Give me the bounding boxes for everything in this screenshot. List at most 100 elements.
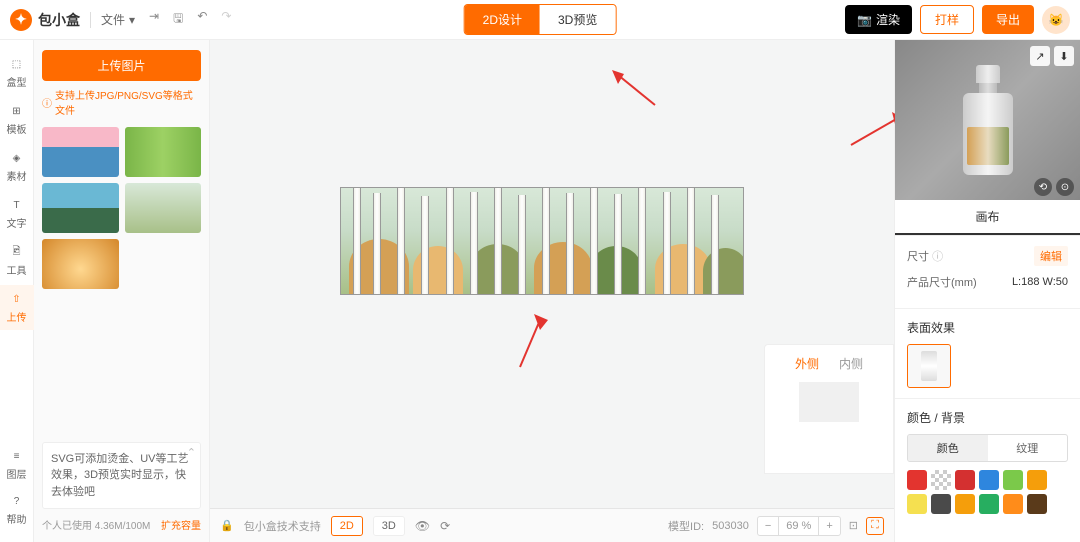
color-swatch[interactable] [907, 470, 927, 490]
tab-3d-preview[interactable]: 3D预览 [540, 5, 615, 34]
tab-2d-design[interactable]: 2D设计 [465, 5, 540, 34]
color-swatch[interactable] [931, 470, 951, 490]
color-swatch[interactable] [955, 494, 975, 514]
thumb-mountains[interactable] [42, 183, 119, 233]
color-swatch[interactable] [931, 494, 951, 514]
render-button[interactable]: 📷 渲染 [845, 5, 912, 34]
color-swatch[interactable] [1003, 494, 1023, 514]
birch-forest-illustration [341, 188, 743, 294]
fit-icon[interactable]: ⊡ [849, 519, 858, 532]
thumb-birch[interactable] [125, 183, 202, 233]
avatar[interactable]: 😺 [1042, 6, 1070, 34]
rail-upload[interactable]: ⇧上传 [0, 285, 34, 330]
preview-top-icons: ↗ ⬇ [1030, 46, 1074, 66]
tab-canvas-props[interactable]: 画布 [895, 200, 1080, 235]
model-id-value: 503030 [712, 520, 749, 532]
view-2d-toggle[interactable]: 2D [331, 516, 363, 536]
canvas[interactable]: 外侧 内侧 [210, 40, 894, 508]
rail-label: 工具 [7, 262, 27, 277]
right-panel: ↗ ⬇ ⟲ ⊙ 画布 尺寸 ⓘ 编辑 产品尺寸(mm) L:188 W:50 [894, 40, 1080, 542]
download-icon[interactable]: ⬇ [1054, 46, 1074, 66]
thumb-flamingo[interactable] [42, 127, 119, 177]
tab-texture[interactable]: 纹理 [988, 435, 1068, 461]
share-icon[interactable]: ↗ [1030, 46, 1050, 66]
product-size-label: 产品尺寸(mm) [907, 274, 977, 290]
help-icon: ? [9, 493, 25, 509]
rail-tools[interactable]: 🖻 工具 [0, 238, 34, 283]
svg-hint-text: SVG可添加烫金、UV等工艺效果，3D预览实时显示，快去体验吧 [51, 453, 189, 498]
svg-hint-box: SVG可添加烫金、UV等工艺效果，3D预览实时显示，快去体验吧 ⌃ [42, 442, 201, 510]
preview-3d[interactable]: ↗ ⬇ ⟲ ⊙ [895, 40, 1080, 200]
thumb-bamboo[interactable] [125, 127, 202, 177]
render-label: 渲染 [876, 11, 900, 28]
view-tabs: 2D设计 3D预览 [464, 4, 617, 35]
thumb-sunset[interactable] [42, 239, 119, 289]
zoom-in-button[interactable]: + [819, 517, 839, 535]
close-icon[interactable]: ⌃ [187, 445, 196, 462]
upload-button[interactable]: 上传图片 [42, 50, 201, 81]
file-menu-label: 文件 [101, 11, 125, 28]
rail-text[interactable]: T文字 [0, 191, 34, 236]
tab-inner[interactable]: 内侧 [839, 355, 863, 372]
main: ⬚ 盒型 ⊞模板 ◈素材 T文字 🖻 工具 ⇧上传 ≡图层 ?帮助 上传图片 ⓘ 支… [0, 40, 1080, 542]
zoom-control: − 69 % + [757, 516, 841, 536]
rail-label: 上传 [7, 309, 27, 324]
thumbnail-grid [42, 127, 201, 289]
effect-option[interactable] [907, 344, 951, 388]
upload-hint-text: 支持上传JPG/PNG/SVG等格式文件 [55, 87, 201, 117]
rotate-icon[interactable]: ⟲ [1034, 178, 1052, 196]
import-icon[interactable]: ⇥ [149, 9, 159, 30]
fullscreen-icon[interactable]: ⛶ [866, 517, 884, 535]
expand-storage-link[interactable]: 扩充容量 [161, 517, 201, 532]
tools-icon: 🖻 [9, 244, 25, 260]
bottom-left: 🔒 包小盒技术支持 [220, 518, 321, 534]
left-rail: ⬚ 盒型 ⊞模板 ◈素材 T文字 🖻 工具 ⇧上传 ≡图层 ?帮助 [0, 40, 34, 542]
material-icon: ◈ [9, 150, 25, 166]
surface-section: 表面效果 [895, 309, 1080, 399]
artwork-label[interactable] [340, 187, 744, 295]
color-title: 颜色 / 背景 [907, 409, 1068, 426]
rail-label: 盒型 [7, 74, 27, 89]
export-button[interactable]: 导出 [982, 5, 1034, 34]
box-icon: ⬚ [9, 56, 25, 72]
size-label: 尺寸 ⓘ [907, 248, 943, 264]
tab-color[interactable]: 颜色 [908, 435, 988, 461]
annotation-arrow [610, 70, 660, 110]
color-swatch[interactable] [1003, 470, 1023, 490]
sample-button[interactable]: 打样 [920, 5, 974, 34]
top-icons: ⇥ 🖫 ↶ ↷ [149, 9, 231, 30]
rail-layers[interactable]: ≡图层 [0, 442, 34, 487]
view-3d-toggle[interactable]: 3D [373, 516, 405, 536]
refresh-icon[interactable]: ⟳ [440, 519, 450, 533]
rail-box-type[interactable]: ⬚ 盒型 [0, 50, 34, 95]
preview-bottom-icons: ⟲ ⊙ [1034, 178, 1074, 196]
undo-icon[interactable]: ↶ [197, 9, 207, 30]
bottom-bar: 🔒 包小盒技术支持 2D 3D 👁 ⟳ 模型ID: 503030 − 69 % … [210, 508, 894, 542]
info-icon: ⓘ [42, 95, 52, 110]
lock-icon[interactable]: 🔒 [220, 519, 234, 532]
color-swatch[interactable] [1027, 494, 1047, 514]
canvas-area: 外侧 内侧 🔒 包小盒技术支持 2D 3D 👁 ⟳ 模型ID: 503030 [210, 40, 894, 542]
brand-name: 包小盒 [38, 10, 80, 30]
save-icon[interactable]: 🖫 [173, 9, 183, 30]
rail-material[interactable]: ◈素材 [0, 144, 34, 189]
bottom-right: 模型ID: 503030 − 69 % + ⊡ ⛶ [668, 516, 884, 536]
tech-support-label: 包小盒技术支持 [244, 518, 321, 534]
color-swatch[interactable] [1027, 470, 1047, 490]
zoom-value[interactable]: 69 % [778, 517, 819, 535]
file-menu[interactable]: 文件 ▾ [101, 11, 135, 28]
eye-icon[interactable]: 👁 [415, 519, 430, 533]
edit-size-link[interactable]: 编辑 [1034, 246, 1068, 266]
redo-icon[interactable]: ↷ [221, 9, 231, 30]
color-swatch[interactable] [955, 470, 975, 490]
zoom-out-button[interactable]: − [758, 517, 778, 535]
side-preview-thumb[interactable] [799, 382, 859, 422]
color-swatch[interactable] [979, 494, 999, 514]
color-swatch[interactable] [907, 494, 927, 514]
info-icon[interactable]: ⓘ [932, 251, 943, 263]
reset-icon[interactable]: ⊙ [1056, 178, 1074, 196]
rail-template[interactable]: ⊞模板 [0, 97, 34, 142]
rail-help[interactable]: ?帮助 [0, 487, 34, 532]
tab-outer[interactable]: 外侧 [795, 355, 819, 372]
color-swatch[interactable] [979, 470, 999, 490]
